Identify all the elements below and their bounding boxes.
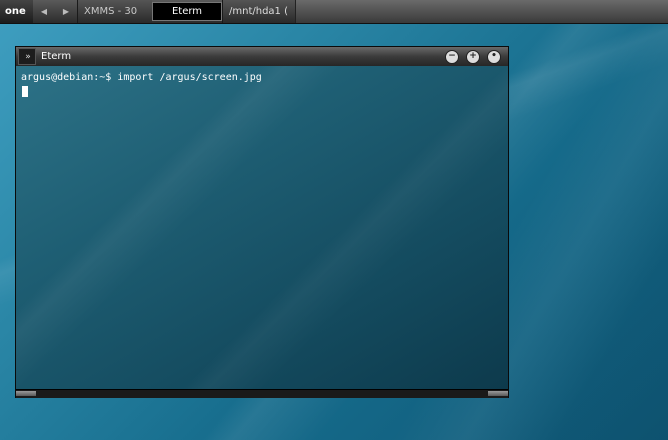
workspace-label[interactable]: one: [0, 0, 33, 23]
right-arrow-icon[interactable]: ▶: [55, 0, 77, 23]
text-cursor: [22, 86, 28, 97]
maximize-button[interactable]: +: [466, 49, 480, 64]
close-button[interactable]: •: [487, 49, 501, 64]
double-chevron-icon[interactable]: »: [18, 48, 36, 65]
window-title: Eterm: [41, 51, 72, 62]
taskbar: one ◀ ▶ XMMS - 30 Eterm /mnt/hda1 (: [0, 0, 668, 24]
taskbar-empty-area: [295, 0, 668, 23]
eterm-window: » Eterm − + • argus@debian:~$ import /ar…: [16, 47, 508, 398]
window-titlebar[interactable]: » Eterm − + •: [16, 47, 508, 66]
horizontal-scrollbar[interactable]: [16, 389, 508, 398]
terminal-prompt-line: argus@debian:~$ import /argus/screen.jpg: [21, 72, 262, 83]
minimize-button[interactable]: −: [445, 49, 459, 64]
scroll-right-handle[interactable]: [488, 391, 508, 396]
left-arrow-icon[interactable]: ◀: [33, 0, 55, 23]
terminal-area[interactable]: argus@debian:~$ import /argus/screen.jpg: [16, 66, 508, 389]
task-xmms[interactable]: XMMS - 30: [77, 0, 152, 23]
scroll-left-handle[interactable]: [16, 391, 36, 396]
task-eterm[interactable]: Eterm: [152, 2, 222, 21]
task-mnt-hda1[interactable]: /mnt/hda1 (: [222, 0, 295, 23]
